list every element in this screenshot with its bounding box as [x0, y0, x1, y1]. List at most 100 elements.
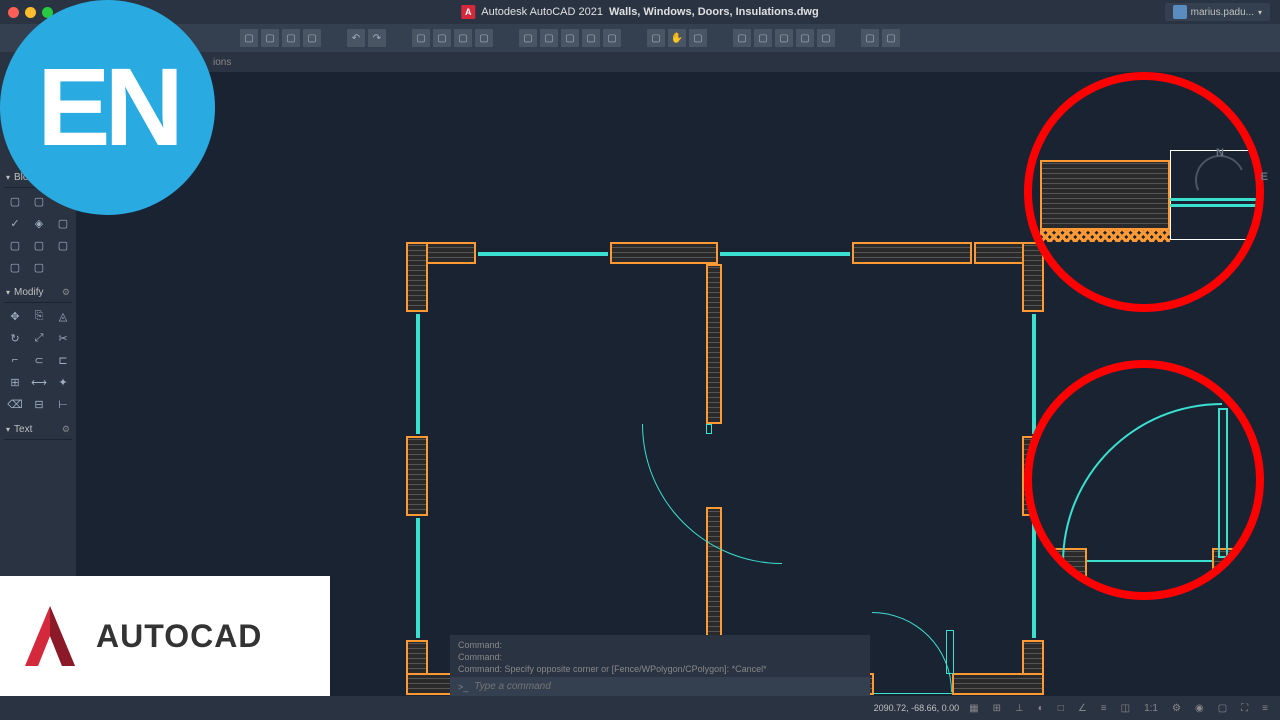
save-icon[interactable]: ▢	[282, 29, 300, 47]
command-history-line: Command:	[458, 651, 862, 663]
attdef-icon[interactable]: ▢	[52, 213, 74, 233]
user-name: marius.padu...	[1191, 7, 1254, 18]
batch-plot-icon[interactable]: ▢	[454, 29, 472, 47]
status-bar: 2090.72, -68.66, 0.00 ▦ ⊞ ⊥ ◐ □ ∠ ≡ ◫ 1:…	[0, 696, 1280, 720]
publish-icon[interactable]: ▢	[475, 29, 493, 47]
new-file-icon[interactable]: ▢	[240, 29, 258, 47]
design-center-icon[interactable]: ▢	[754, 29, 772, 47]
dimension-icon[interactable]: ▢	[796, 29, 814, 47]
ortho-toggle-icon[interactable]: ⊥	[1011, 701, 1028, 716]
wblock-icon[interactable]: ✓	[4, 213, 26, 233]
dwg-icon[interactable]: ▢	[603, 29, 621, 47]
layer-props-icon[interactable]: ▢	[582, 29, 600, 47]
hardware-accel-icon[interactable]: ▢	[1214, 701, 1231, 716]
sheet-icon[interactable]: ▢	[519, 29, 537, 47]
door-leaf-detail	[1218, 408, 1228, 558]
osnap-toggle-icon[interactable]: □	[1054, 701, 1068, 716]
group-icon[interactable]: ▢	[882, 29, 900, 47]
user-account-menu[interactable]: marius.padu... ▾	[1165, 3, 1270, 21]
copy-tool-icon[interactable]: ⎘	[28, 306, 50, 326]
threshold-line	[1087, 560, 1212, 562]
save-as-icon[interactable]: ▢	[303, 29, 321, 47]
extend-tool-icon[interactable]: ⌐	[4, 350, 26, 370]
isolate-icon[interactable]: ◉	[1191, 701, 1208, 716]
block-sync-icon[interactable]: ▢	[28, 235, 50, 255]
stretch-tool-icon[interactable]: ⟷	[28, 372, 50, 392]
layer-icon[interactable]: ▢	[561, 29, 579, 47]
block-count-icon[interactable]: ▢	[4, 257, 26, 277]
minimize-window-button[interactable]	[25, 7, 36, 18]
insert-block-icon[interactable]: ▢	[4, 191, 26, 211]
snap-toggle-icon[interactable]: ⊞	[989, 701, 1005, 716]
app-title: A Autodesk AutoCAD 2021 Walls, Windows, …	[461, 5, 818, 19]
block-replace-icon[interactable]: ▢	[52, 235, 74, 255]
properties-icon[interactable]: ▢	[733, 29, 751, 47]
command-history-line: Command:	[458, 639, 862, 651]
sheet-set-icon[interactable]: ▢	[540, 29, 558, 47]
pan-icon[interactable]: ✋	[668, 29, 686, 47]
modify-panel-header[interactable]: Modify ⚙	[4, 283, 72, 303]
window-segment	[418, 518, 420, 638]
explode-tool-icon[interactable]: ✦	[52, 372, 74, 392]
wall-segment	[406, 242, 428, 312]
door-swing-arc	[642, 424, 782, 564]
chevron-down-icon: ▾	[1258, 8, 1262, 17]
zoom-icon[interactable]: ▢	[689, 29, 707, 47]
wall-segment	[706, 264, 722, 424]
block-base-icon[interactable]: ▢	[28, 257, 50, 277]
erase-tool-icon[interactable]: ⌫	[4, 394, 26, 414]
block-icon[interactable]: ▢	[861, 29, 879, 47]
block-editor-icon[interactable]: ▢	[4, 235, 26, 255]
title-bar: A Autodesk AutoCAD 2021 Walls, Windows, …	[0, 0, 1280, 24]
transparency-toggle-icon[interactable]: ◫	[1117, 701, 1134, 716]
autocad-a-icon	[20, 601, 80, 671]
detail-callout-door	[1024, 360, 1264, 600]
wall-segment	[406, 436, 428, 516]
view-cube[interactable]: N E	[1190, 147, 1250, 207]
language-badge: EN	[0, 0, 215, 215]
window-controls	[8, 7, 53, 18]
trim-tool-icon[interactable]: ✂	[52, 328, 74, 348]
mirror-tool-icon[interactable]: ◬	[52, 306, 74, 326]
plot-icon[interactable]: ▢	[412, 29, 430, 47]
nav-north[interactable]: N	[1216, 147, 1224, 159]
measure-icon[interactable]: ▢	[817, 29, 835, 47]
open-file-icon[interactable]: ▢	[261, 29, 279, 47]
command-input-row: >_	[450, 677, 870, 696]
annotation-scale[interactable]: 1:1	[1140, 701, 1162, 716]
brick-detail	[1040, 160, 1170, 230]
wall-segment	[610, 242, 718, 264]
scale-tool-icon[interactable]: ⤢	[28, 328, 50, 348]
command-input[interactable]	[474, 681, 862, 692]
clean-screen-icon[interactable]: ⛶	[1237, 701, 1252, 716]
grid-toggle-icon[interactable]: ▦	[965, 701, 982, 716]
undo-icon[interactable]: ↶	[347, 29, 365, 47]
gear-icon[interactable]: ⚙	[62, 287, 70, 298]
offset-tool-icon[interactable]: ⊏	[52, 350, 74, 370]
attribute-icon[interactable]: ◈	[28, 213, 50, 233]
nav-east[interactable]: E	[1261, 171, 1268, 183]
fillet-tool-icon[interactable]: ⊂	[28, 350, 50, 370]
close-window-button[interactable]	[8, 7, 19, 18]
ribbon-tab-fragment[interactable]: ions	[213, 57, 231, 68]
lineweight-toggle-icon[interactable]: ≡	[1097, 701, 1111, 716]
move-tool-icon[interactable]: ✥	[4, 306, 26, 326]
select-icon[interactable]: ▢	[647, 29, 665, 47]
break-tool-icon[interactable]: ⊢	[52, 394, 74, 414]
app-name: Autodesk AutoCAD 2021	[481, 6, 603, 18]
polar-toggle-icon[interactable]: ◐	[1034, 701, 1048, 716]
align-tool-icon[interactable]: ⊟	[28, 394, 50, 414]
redo-icon[interactable]: ↷	[368, 29, 386, 47]
array-tool-icon[interactable]: ⊞	[4, 372, 26, 392]
tool-palettes-icon[interactable]: ▢	[775, 29, 793, 47]
text-panel-header[interactable]: Text ⚙	[4, 420, 72, 440]
window-segment	[418, 314, 420, 434]
command-window[interactable]: Command: Command: Command: Specify oppos…	[450, 635, 870, 696]
rotate-tool-icon[interactable]: ↻	[4, 328, 26, 348]
customize-icon[interactable]: ≡	[1258, 701, 1272, 716]
otrack-toggle-icon[interactable]: ∠	[1074, 701, 1091, 716]
workspace-icon[interactable]: ⚙	[1168, 701, 1185, 716]
gear-icon[interactable]: ⚙	[62, 424, 70, 435]
avatar-icon	[1173, 5, 1187, 19]
plot-preview-icon[interactable]: ▢	[433, 29, 451, 47]
